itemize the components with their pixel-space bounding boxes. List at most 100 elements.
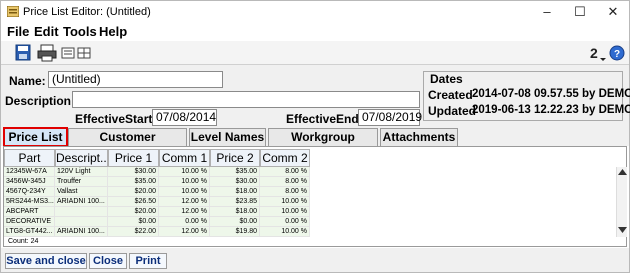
table-row[interactable]: 3456W-345J Trouffer $35.00 10.00 % $30.00 8.0… — [4, 177, 310, 187]
table-cell[interactable]: 12.00 % — [159, 197, 210, 207]
effective-start-field[interactable]: 07/08/2014 — [152, 109, 217, 126]
tab-price-list[interactable]: Price List — [3, 127, 68, 147]
vertical-scrollbar[interactable] — [616, 167, 627, 237]
table-cell[interactable]: $30.00 — [210, 177, 260, 187]
table-cell[interactable]: 10.00 % — [260, 207, 310, 217]
table-cell[interactable]: $26.50 — [108, 197, 159, 207]
save-icon[interactable] — [15, 44, 31, 62]
table-cell[interactable]: Trouffer — [55, 177, 108, 187]
table-cell[interactable]: LTG8-GT442... — [4, 227, 55, 237]
created-label: Created — [428, 88, 473, 102]
user-help-icon[interactable]: 2 — [588, 44, 608, 62]
table-cell[interactable]: 3456W-345J — [4, 177, 55, 187]
toolbar: 2 ? — [1, 41, 629, 65]
close-window-button[interactable]: ✕ — [598, 4, 628, 20]
tab-attachments[interactable]: Attachments — [380, 128, 458, 146]
scroll-up-icon[interactable] — [618, 169, 627, 175]
table-cell[interactable]: 4567Q-234Y — [4, 187, 55, 197]
minimize-button[interactable]: – — [532, 4, 562, 20]
help-icon[interactable]: ? — [609, 44, 625, 62]
column-header[interactable]: Descript... — [55, 149, 108, 167]
table-cell[interactable]: DECORATIVE — [4, 217, 55, 227]
table-cell[interactable]: 12.00 % — [159, 227, 210, 237]
maximize-button[interactable]: ☐ — [565, 4, 595, 20]
table-cell[interactable]: $18.00 — [210, 187, 260, 197]
svg-text:?: ? — [614, 49, 620, 60]
name-field[interactable]: (Untitled) — [48, 71, 223, 88]
print-icon[interactable] — [37, 44, 57, 62]
updated-label: Updated — [428, 104, 476, 118]
table-cell[interactable]: 120V Light — [55, 167, 108, 177]
table-cell[interactable]: $23.85 — [210, 197, 260, 207]
table-cell[interactable]: 10.00 % — [260, 227, 310, 237]
table-row[interactable]: 12345W-67A 120V Light $30.00 10.00 % $35.00 8… — [4, 167, 310, 177]
column-header[interactable]: Comm 1 — [159, 149, 210, 167]
table-cell[interactable]: $20.00 — [108, 207, 159, 217]
column-header[interactable]: Part — [4, 149, 55, 167]
table-row[interactable]: 5RS244-MS3... ARIADNI 100... $26.50 12.00 %… — [4, 197, 310, 207]
table-cell[interactable]: 12.00 % — [159, 207, 210, 217]
table-cell[interactable]: 10.00 % — [159, 187, 210, 197]
table-cell[interactable]: Vallast — [55, 187, 108, 197]
table-cell[interactable]: 8.00 % — [260, 187, 310, 197]
price-list-editor-window: Price List Editor: (Untitled) – ☐ ✕ File… — [0, 0, 630, 273]
menu-help[interactable]: Help — [99, 24, 127, 39]
table-cell[interactable]: ABCPART — [4, 207, 55, 217]
updated-value: 2019-06-13 12.22.23 by DEMO — [472, 104, 630, 116]
dates-panel: Dates Created 2014-07-08 09.57.55 by DEM… — [423, 71, 630, 121]
table-cell[interactable]: $20.00 — [108, 187, 159, 197]
table-cell[interactable]: 10.00 % — [260, 197, 310, 207]
table-row[interactable]: ABCPART $20.00 12.00 % $18.00 10.00 % — [4, 207, 310, 217]
tab-workgroup-access[interactable]: Workgroup Access — [268, 128, 378, 161]
effective-end-field[interactable]: 07/08/2019 — [358, 109, 422, 126]
list-icon[interactable] — [61, 44, 75, 62]
tab-level-names[interactable]: Level Names — [189, 128, 266, 146]
table-body: 12345W-67A 120V Light $30.00 10.00 % $35.00 8… — [4, 167, 310, 237]
name-label: Name: — [9, 74, 46, 88]
table-row[interactable]: LTG8-GT442... ARIADNI 100... $22.00 12.00 %… — [4, 227, 310, 237]
table-row[interactable]: 4567Q-234Y Vallast $20.00 10.00 % $18.00 8.00… — [4, 187, 310, 197]
svg-text:2: 2 — [590, 45, 598, 61]
price-list-panel: Part Descript... Price 1 Comm 1 Price 2 … — [3, 146, 627, 247]
table-cell[interactable]: 8.00 % — [260, 177, 310, 187]
table-cell[interactable]: 0.00 % — [159, 217, 210, 227]
table-cell[interactable]: 8.00 % — [260, 167, 310, 177]
column-header[interactable]: Price 2 — [210, 149, 260, 167]
menu-file[interactable]: File — [7, 24, 29, 39]
table-cell[interactable]: $22.00 — [108, 227, 159, 237]
menu-tools[interactable]: Tools — [63, 24, 97, 39]
table-cell[interactable]: 0.00 % — [260, 217, 310, 227]
table-cell[interactable]: $0.00 — [210, 217, 260, 227]
menu-edit[interactable]: Edit — [34, 24, 59, 39]
table-cell[interactable]: 10.00 % — [159, 177, 210, 187]
row-count: Count: 24 — [8, 238, 39, 245]
table-cell[interactable]: $19.80 — [210, 227, 260, 237]
table-cell[interactable] — [55, 207, 108, 217]
effective-start-label: EffectiveStart: — [75, 112, 157, 126]
created-value: 2014-07-08 09.57.55 by DEMO — [472, 88, 630, 100]
print-button[interactable]: Print — [129, 253, 167, 269]
effective-end-label: EffectiveEnd: — [286, 112, 363, 126]
app-icon — [7, 6, 19, 17]
window-title: Price List Editor: (Untitled) — [23, 6, 151, 18]
column-header[interactable]: Price 1 — [108, 149, 159, 167]
table-cell[interactable]: 5RS244-MS3... — [4, 197, 55, 207]
table-cell[interactable] — [55, 217, 108, 227]
table-cell[interactable]: ARIADNI 100... — [55, 197, 108, 207]
save-and-close-button[interactable]: Save and close — [5, 253, 87, 269]
column-header[interactable]: Comm 2 — [260, 149, 310, 167]
tab-customer-exceptions[interactable]: Customer Exceptions — [68, 128, 187, 161]
table-cell[interactable]: ARIADNI 100... — [55, 227, 108, 237]
table-cell[interactable]: $0.00 — [108, 217, 159, 227]
table-cell[interactable]: $18.00 — [210, 207, 260, 217]
table-cell[interactable]: 10.00 % — [159, 167, 210, 177]
table-cell[interactable]: $30.00 — [108, 167, 159, 177]
table-cell[interactable]: 12345W-67A — [4, 167, 55, 177]
description-field[interactable] — [72, 91, 420, 108]
table-row[interactable]: DECORATIVE $0.00 0.00 % $0.00 0.00 % — [4, 217, 310, 227]
scroll-down-icon[interactable] — [618, 227, 627, 233]
grid-icon[interactable] — [77, 44, 91, 62]
table-cell[interactable]: $35.00 — [108, 177, 159, 187]
table-cell[interactable]: $35.00 — [210, 167, 260, 177]
close-button[interactable]: Close — [89, 253, 127, 269]
